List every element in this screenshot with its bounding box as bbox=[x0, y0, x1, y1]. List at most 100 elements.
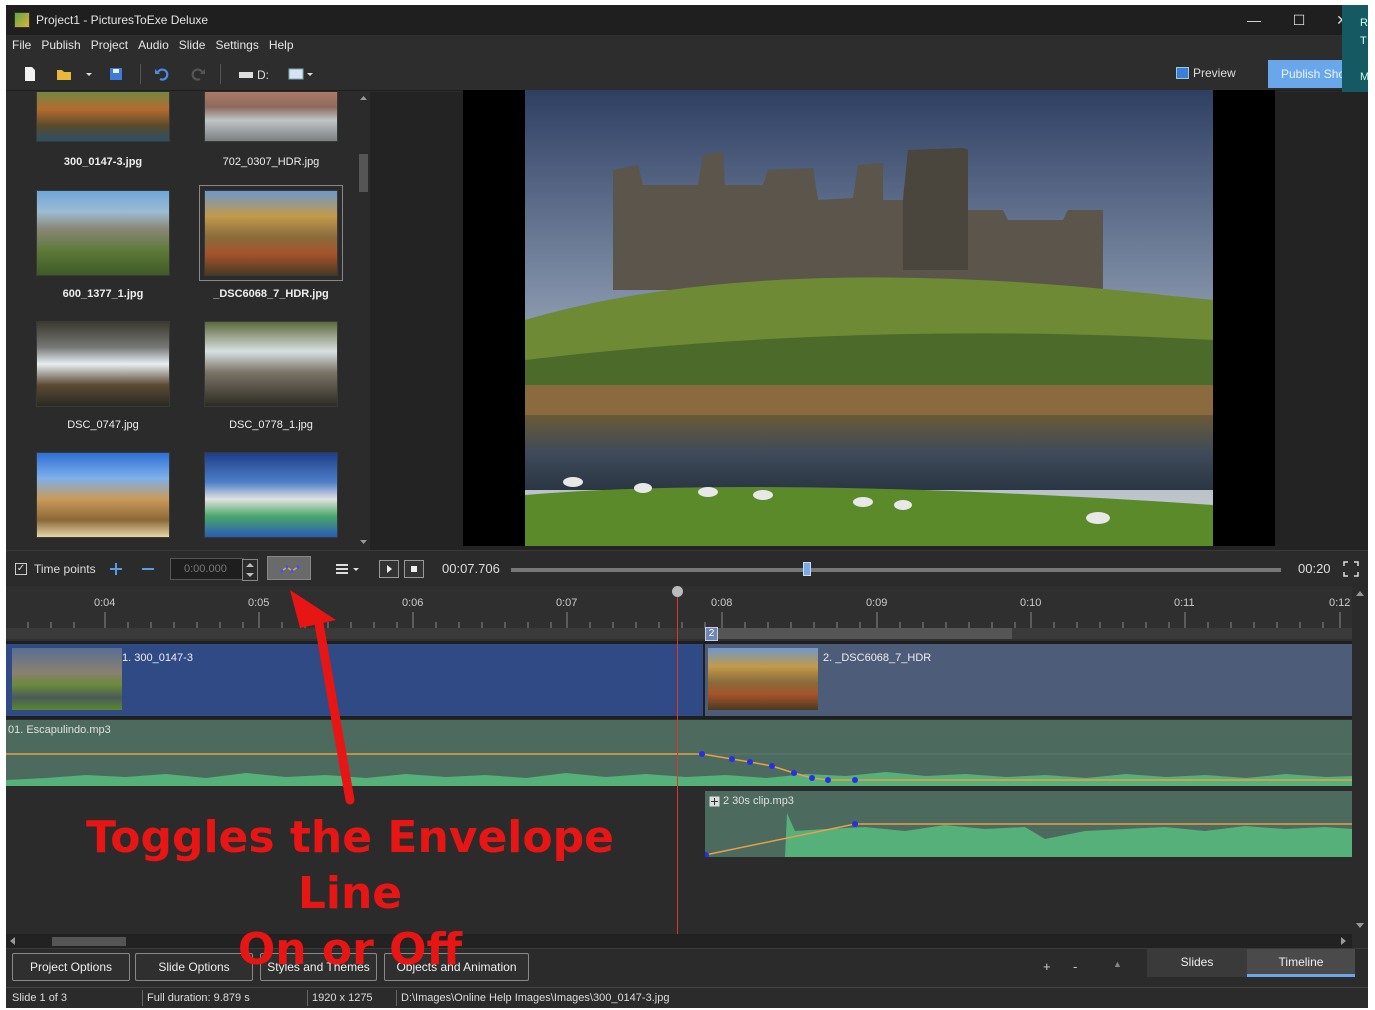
ruler-ticks bbox=[27, 612, 1341, 628]
menu-help[interactable]: Help bbox=[265, 35, 298, 52]
slide-clip[interactable]: 2. _DSC6068_7_HDR bbox=[705, 644, 1352, 716]
status-slide: Slide 1 of 3 bbox=[12, 992, 68, 1004]
annotation-text: Toggles the Envelope Line On or Off bbox=[40, 810, 660, 978]
tab-timeline[interactable]: Timeline bbox=[1247, 949, 1355, 977]
redo-icon[interactable] bbox=[190, 66, 206, 82]
slide-marker[interactable]: 2 bbox=[705, 627, 718, 641]
menu-slide[interactable]: Slide bbox=[175, 35, 210, 52]
overlay-letter: T bbox=[1360, 35, 1367, 47]
chevron-down-icon[interactable] bbox=[84, 66, 94, 82]
overlay-letter: R bbox=[1360, 17, 1368, 29]
toolbar-divider bbox=[220, 64, 221, 84]
minimize-button[interactable]: — bbox=[1244, 10, 1264, 30]
undo-icon[interactable] bbox=[154, 66, 170, 82]
toolbar: D: Preview Publish Show bbox=[6, 57, 1368, 91]
view-mode-icon[interactable] bbox=[288, 66, 314, 82]
scrubber-handle[interactable] bbox=[803, 562, 811, 576]
thumbnail[interactable] bbox=[36, 190, 170, 276]
stop-icon[interactable] bbox=[404, 560, 424, 578]
audio-clip[interactable]: 2 30s clip.mp3 bbox=[705, 791, 1352, 857]
annotation-line: Toggles the Envelope Line bbox=[86, 812, 614, 919]
scroll-down-icon[interactable] bbox=[359, 538, 368, 546]
audio-waveform bbox=[705, 813, 1352, 857]
playback-scrubber[interactable] bbox=[511, 568, 1281, 572]
transition-range bbox=[709, 628, 1012, 639]
time-points-label: Time points bbox=[34, 562, 96, 576]
open-folder-icon[interactable] bbox=[56, 66, 72, 82]
thumbnail[interactable] bbox=[204, 92, 338, 142]
tab-slides[interactable]: Slides bbox=[1147, 949, 1247, 977]
window-title: Project1 - PicturesToExe Deluxe bbox=[36, 13, 209, 27]
preview-button[interactable]: Preview bbox=[1176, 66, 1236, 80]
scroll-up-icon[interactable] bbox=[359, 94, 368, 102]
file-name[interactable]: 702_0307_HDR.jpg bbox=[191, 156, 351, 168]
thumbnail-selected[interactable] bbox=[199, 185, 343, 281]
file-name[interactable]: 600_1377_1.jpg bbox=[23, 288, 183, 300]
scroll-right-icon[interactable] bbox=[1340, 937, 1347, 945]
tick-label: 0:04 bbox=[94, 597, 116, 609]
menu-file[interactable]: File bbox=[8, 35, 35, 52]
file-name[interactable]: _DSC6068_7_HDR.jpg bbox=[191, 288, 351, 300]
status-bar: Slide 1 of 3 Full duration: 9.879 s 1920… bbox=[6, 987, 1368, 1008]
file-name[interactable]: DSC_0778_1.jpg bbox=[191, 419, 351, 431]
file-name[interactable]: 300_0147-3.jpg bbox=[23, 156, 183, 168]
collapse-button[interactable]: ▲ bbox=[1113, 959, 1122, 969]
tick-label: 0:08 bbox=[711, 597, 733, 609]
save-icon[interactable] bbox=[108, 66, 124, 82]
drive-icon[interactable] bbox=[238, 66, 254, 82]
scroll-down-icon[interactable] bbox=[1356, 922, 1364, 929]
preview-icon bbox=[1176, 67, 1189, 79]
new-file-icon[interactable] bbox=[22, 66, 38, 82]
menu-settings[interactable]: Settings bbox=[211, 35, 262, 52]
status-file-path: D:\Images\Online Help Images\Images\300_… bbox=[401, 992, 670, 1004]
slide-clip[interactable]: 1. 300_0147-3 bbox=[6, 644, 703, 716]
timeline-control-bar: ✓ Time points 0:00.000 00:07.706 00:20 bbox=[6, 550, 1368, 585]
maximize-button[interactable]: ☐ bbox=[1289, 10, 1309, 30]
audio-waveform bbox=[6, 751, 1352, 786]
file-browser: 300_0147-3.jpg 702_0307_HDR.jpg 600_1377… bbox=[6, 92, 370, 550]
title-bar: Project1 - PicturesToExe Deluxe — ☐ ✕ bbox=[6, 5, 1368, 35]
scroll-left-icon[interactable] bbox=[9, 937, 16, 945]
envelope-toggle-button[interactable] bbox=[267, 556, 311, 580]
slide-thumbnail bbox=[708, 648, 818, 710]
tick-label: 0:05 bbox=[248, 597, 270, 609]
toolbar-divider bbox=[140, 64, 141, 84]
audio-clip[interactable]: 01. Escapulindo.mp3 bbox=[6, 720, 1352, 786]
zoom-out-button[interactable]: - bbox=[1073, 959, 1077, 974]
remove-time-point-icon[interactable] bbox=[141, 562, 155, 576]
menu-bar: File Publish Project Audio Slide Settings Help bbox=[6, 35, 1368, 57]
menu-list-icon[interactable] bbox=[334, 561, 362, 577]
slide-track: 1. 300_0147-3 2. _DSC6068_7_HDR bbox=[6, 641, 1352, 719]
thumbnail[interactable] bbox=[204, 321, 338, 407]
playhead[interactable] bbox=[677, 586, 678, 934]
app-icon bbox=[14, 12, 30, 28]
total-duration: 00:20 bbox=[1298, 561, 1331, 576]
browser-scrollbar[interactable] bbox=[356, 92, 370, 550]
add-time-point-icon[interactable] bbox=[109, 562, 123, 576]
drive-label[interactable]: D: bbox=[257, 68, 269, 82]
menu-project[interactable]: Project bbox=[87, 35, 132, 52]
ruler-band bbox=[6, 628, 1352, 639]
time-point-field[interactable]: 0:00.000 bbox=[170, 558, 244, 580]
tick-label: 0:07 bbox=[556, 597, 578, 609]
menu-publish[interactable]: Publish bbox=[37, 35, 84, 52]
thumbnail[interactable] bbox=[36, 92, 170, 142]
file-name[interactable]: DSC_0747.jpg bbox=[23, 419, 183, 431]
time-points-checkbox[interactable]: ✓ bbox=[15, 563, 27, 575]
fullscreen-icon[interactable] bbox=[1343, 561, 1359, 577]
thumbnail[interactable] bbox=[36, 452, 170, 538]
status-resolution: 1920 x 1275 bbox=[312, 992, 373, 1004]
scroll-up-icon[interactable] bbox=[1356, 590, 1364, 597]
timeline-vertical-scrollbar[interactable] bbox=[1352, 586, 1368, 934]
status-duration: Full duration: 9.879 s bbox=[147, 992, 250, 1004]
tick-label: 0:09 bbox=[866, 597, 888, 609]
slide-preview bbox=[463, 90, 1275, 546]
thumbnail[interactable] bbox=[204, 452, 338, 538]
tick-label: 0:10 bbox=[1020, 597, 1042, 609]
play-icon[interactable] bbox=[379, 560, 399, 578]
thumbnail[interactable] bbox=[36, 321, 170, 407]
zoom-in-button[interactable]: + bbox=[1043, 959, 1051, 974]
menu-audio[interactable]: Audio bbox=[134, 35, 173, 52]
playhead-handle[interactable] bbox=[672, 586, 683, 597]
time-spinner-icon[interactable] bbox=[242, 559, 258, 581]
